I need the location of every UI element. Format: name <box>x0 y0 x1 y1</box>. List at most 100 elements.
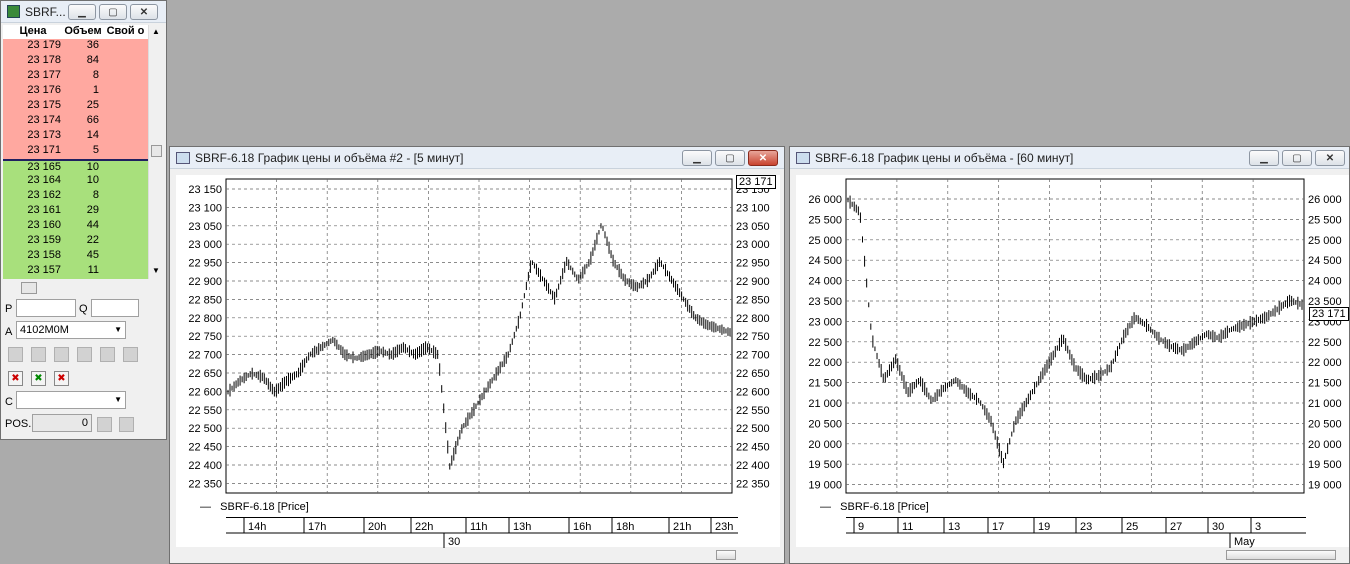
chart-5min-plot[interactable]: 23 150 23 150 23 100 23 100 23 050 23 050 23 0… <box>176 175 780 495</box>
tool-button-5[interactable] <box>100 347 115 362</box>
bid-row[interactable]: 23 162 8 <box>3 189 148 204</box>
time-label: 11 <box>902 521 913 533</box>
chevron-down-icon[interactable]: ▼ <box>114 322 122 338</box>
close-button[interactable]: ✕ <box>1315 150 1345 166</box>
ask-row[interactable]: 23 179 36 <box>3 39 148 54</box>
chart-60min-titlebar[interactable]: SBRF-6.18 График цены и объёма - [60 мин… <box>790 147 1349 169</box>
scroll-thumb[interactable] <box>151 145 162 157</box>
q-label: Q <box>79 303 88 315</box>
ask-row[interactable]: 23 171 5 <box>3 144 148 159</box>
ask-row[interactable]: 23 173 14 <box>3 129 148 144</box>
hscroll-thumb[interactable] <box>21 282 37 294</box>
horizontal-scrollbar[interactable] <box>3 281 163 295</box>
pos-button-1[interactable] <box>97 417 112 432</box>
tool-button-1[interactable] <box>8 347 23 362</box>
tool-button-3[interactable] <box>54 347 69 362</box>
cancel-all-icon[interactable]: ✖ <box>8 371 23 386</box>
order-book-titlebar[interactable]: SBRF... ▁ ▢ ✕ <box>1 1 166 23</box>
maximize-button[interactable]: ▢ <box>99 4 127 20</box>
ask-row[interactable]: 23 174 66 <box>3 114 148 129</box>
chart-60min-plot[interactable]: 26 000 26 000 25 500 25 500 25 000 25 000 24 5… <box>796 175 1349 495</box>
order-book-rows: 23 179 36 23 178 84 23 177 8 23 176 1 23 175 25 23… <box>3 39 148 279</box>
price-cell: 23 175 <box>27 99 61 111</box>
ask-row[interactable]: 23 175 25 <box>3 99 148 114</box>
chart-5min-titlebar[interactable]: SBRF-6.18 График цены и объёма #2 - [5 м… <box>170 147 784 169</box>
minimize-button[interactable]: ▁ <box>682 150 712 166</box>
bid-row[interactable]: 23 165 10 <box>3 159 148 174</box>
chart-5min-scrollbar[interactable] <box>176 549 780 561</box>
cancel-sell-icon[interactable]: ✖ <box>54 371 69 386</box>
y-tick-left: 19 500 <box>808 459 842 471</box>
y-tick-right: 19 500 <box>1308 459 1342 471</box>
y-tick-left: 22 550 <box>188 405 222 417</box>
scroll-up-icon[interactable]: ▲ <box>152 27 160 36</box>
y-tick-left: 22 450 <box>188 442 222 454</box>
ask-row[interactable]: 23 176 1 <box>3 84 148 99</box>
volume-cell: 10 <box>86 174 99 186</box>
y-tick-left: 23 050 <box>188 221 222 233</box>
scroll-thumb[interactable] <box>1226 550 1336 560</box>
y-tick-left: 22 700 <box>188 350 222 362</box>
time-axis: 9 11 13 17 19 23 25 27 30 3 May <box>846 517 1306 548</box>
y-tick-right: 23 050 <box>736 221 770 233</box>
time-label: 23 <box>1080 521 1092 533</box>
bid-row[interactable]: 23 157 11 <box>3 264 148 279</box>
price-input[interactable] <box>16 299 76 317</box>
time-label: 13h <box>513 521 531 533</box>
plot-frame <box>845 178 1305 494</box>
tool-button-2[interactable] <box>31 347 46 362</box>
cancel-buy-icon[interactable]: ✖ <box>31 371 46 386</box>
y-tick-right: 22 550 <box>736 405 770 417</box>
legend-label: SBRF-6.18 [Price] <box>840 501 929 513</box>
vertical-scrollbar[interactable]: ▲ ▼ <box>148 25 163 279</box>
bid-row[interactable]: 23 164 10 <box>3 174 148 189</box>
own-cell <box>103 204 148 219</box>
close-button[interactable]: ✕ <box>130 4 158 20</box>
minimize-button[interactable]: ▁ <box>1249 150 1279 166</box>
y-tick-right: 22 700 <box>736 350 770 362</box>
account-select[interactable]: 4102M0M ▼ <box>16 321 126 339</box>
price-cell: 23 157 <box>27 264 61 276</box>
y-tick-right: 22 800 <box>736 313 770 325</box>
pos-button-2[interactable] <box>119 417 134 432</box>
volume-cell: 5 <box>92 144 99 156</box>
price-column-header[interactable]: Цена <box>3 25 63 39</box>
chart-5min-footer: — SBRF-6.18 [Price] 14h 17h 20h 22h 11h 13h 16… <box>176 495 780 548</box>
bid-row[interactable]: 23 161 29 <box>3 204 148 219</box>
chart-60min-scrollbar[interactable] <box>796 549 1349 561</box>
volume-column-header[interactable]: Объем <box>63 25 103 39</box>
time-label: 20h <box>368 521 386 533</box>
scroll-down-icon[interactable]: ▼ <box>152 266 160 275</box>
y-tick-right: 24 000 <box>1308 276 1342 288</box>
y-tick-left: 20 000 <box>808 439 842 451</box>
quantity-input[interactable] <box>91 299 139 317</box>
ask-row[interactable]: 23 178 84 <box>3 54 148 69</box>
bid-row[interactable]: 23 160 44 <box>3 219 148 234</box>
own-column-header[interactable]: Свой о <box>103 25 148 39</box>
tool-button-6[interactable] <box>123 347 138 362</box>
bid-row[interactable]: 23 158 45 <box>3 249 148 264</box>
tool-button-4[interactable] <box>77 347 92 362</box>
chevron-down-icon[interactable]: ▼ <box>114 392 122 408</box>
close-button[interactable]: ✕ <box>748 150 778 166</box>
window-title: SBRF-6.18 График цены и объёма #2 - [5 м… <box>195 150 464 165</box>
y-tick-left: 22 000 <box>808 357 842 369</box>
own-cell <box>103 219 148 234</box>
y-tick-right: 21 000 <box>1308 398 1342 410</box>
y-tick-left: 20 500 <box>808 418 842 430</box>
minimize-button[interactable]: ▁ <box>68 4 96 20</box>
time-label: 13 <box>948 521 960 533</box>
y-tick-left: 22 500 <box>808 337 842 349</box>
condition-select[interactable]: ▼ <box>16 391 126 409</box>
scroll-thumb[interactable] <box>716 550 736 560</box>
maximize-button[interactable]: ▢ <box>715 150 745 166</box>
time-label: 16h <box>573 521 591 533</box>
time-label: 19 <box>1038 521 1050 533</box>
volume-cell: 84 <box>86 54 99 66</box>
maximize-button[interactable]: ▢ <box>1282 150 1312 166</box>
y-tick-left: 25 500 <box>808 214 842 226</box>
bid-row[interactable]: 23 159 22 <box>3 234 148 249</box>
ask-row[interactable]: 23 177 8 <box>3 69 148 84</box>
current-price-label: 23 171 <box>1309 307 1349 321</box>
volume-cell: 45 <box>86 249 99 261</box>
